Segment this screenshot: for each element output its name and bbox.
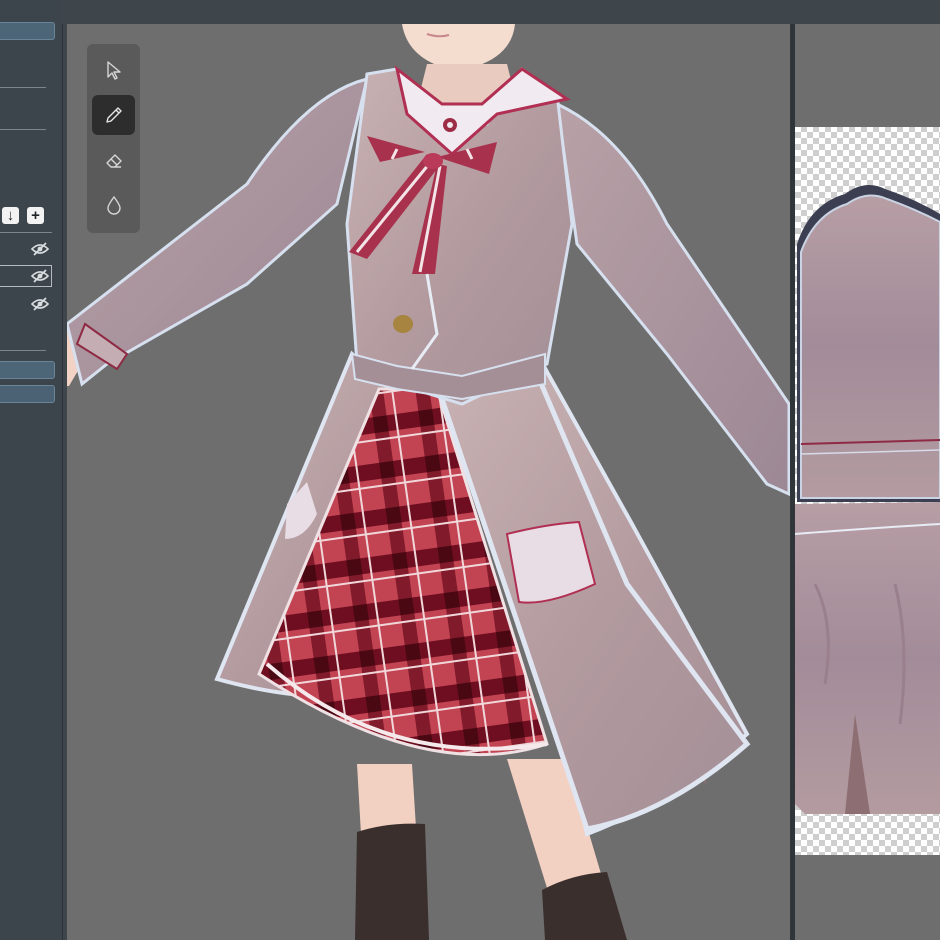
eye-hidden-icon[interactable] <box>30 268 50 284</box>
tool-palette <box>87 44 140 233</box>
panel-header-bar[interactable] <box>0 22 55 40</box>
fill-tool-button[interactable] <box>92 185 135 225</box>
divider <box>0 232 52 233</box>
divider <box>0 87 46 88</box>
character-model <box>67 24 790 940</box>
eraser-icon <box>105 154 122 168</box>
layer-row[interactable] <box>0 238 52 260</box>
panel-section-bar[interactable] <box>0 385 55 403</box>
eye-hidden-icon[interactable] <box>30 296 50 312</box>
move-layer-down-button[interactable]: ↓ <box>2 207 19 224</box>
eraser-tool-button[interactable] <box>92 140 135 180</box>
pencil-icon <box>105 107 122 123</box>
eye-hidden-icon[interactable] <box>30 241 50 257</box>
arrow-down-icon: ↓ <box>6 207 15 224</box>
layer-row-selected[interactable] <box>0 265 52 287</box>
divider <box>0 350 46 351</box>
pen-tool-button[interactable] <box>92 95 135 135</box>
divider <box>0 129 46 130</box>
droplet-icon <box>106 195 121 215</box>
top-toolbar <box>62 0 940 24</box>
texture-preview-panel[interactable] <box>795 24 940 940</box>
cursor-arrow-icon <box>106 61 121 80</box>
panel-section-bar[interactable] <box>0 361 55 379</box>
3d-viewport[interactable] <box>67 24 790 940</box>
plus-icon: + <box>31 207 40 224</box>
layer-row[interactable] <box>0 293 52 315</box>
texture-canvas <box>795 127 940 855</box>
layers-panel: ↓ + <box>0 0 63 940</box>
select-tool-button[interactable] <box>92 50 135 90</box>
add-layer-button[interactable]: + <box>27 207 44 224</box>
